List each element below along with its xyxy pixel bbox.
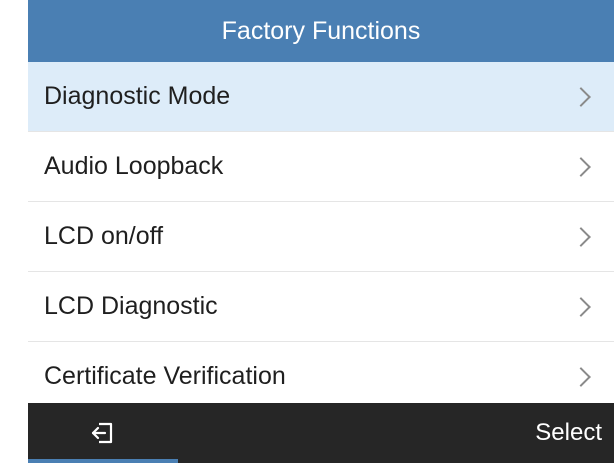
title-text: Factory Functions — [221, 16, 421, 45]
menu-list: Diagnostic Mode Audio Loopback LCD on/of… — [28, 62, 614, 412]
menu-item-certificate-verification[interactable]: Certificate Verification — [28, 342, 614, 412]
chevron-right-icon — [571, 296, 591, 317]
menu-item-lcd-onoff[interactable]: LCD on/off — [28, 202, 614, 272]
chevron-right-icon — [571, 86, 591, 107]
menu-item-label: Diagnostic Mode — [44, 82, 231, 110]
menu-item-diagnostic-mode[interactable]: Diagnostic Mode — [28, 62, 614, 132]
menu-item-label: Certificate Verification — [44, 362, 286, 390]
back-icon — [91, 422, 113, 444]
screen-inner: Factory Functions Diagnostic Mode Audio … — [28, 0, 614, 463]
chevron-right-icon — [571, 366, 591, 387]
menu-item-audio-loopback[interactable]: Audio Loopback — [28, 132, 614, 202]
chevron-right-icon — [571, 156, 591, 177]
phone-screen: Factory Functions Diagnostic Mode Audio … — [0, 0, 614, 463]
menu-item-label: Audio Loopback — [44, 152, 224, 180]
chevron-right-icon — [571, 226, 591, 247]
softkey-bar: Select — [28, 403, 614, 463]
menu-item-label: LCD on/off — [44, 222, 164, 250]
menu-item-lcd-diagnostic[interactable]: LCD Diagnostic — [28, 272, 614, 342]
select-softkey[interactable]: Select — [535, 419, 614, 447]
title-bar: Factory Functions — [28, 0, 614, 62]
menu-item-label: LCD Diagnostic — [44, 292, 218, 320]
back-softkey[interactable] — [28, 403, 178, 463]
